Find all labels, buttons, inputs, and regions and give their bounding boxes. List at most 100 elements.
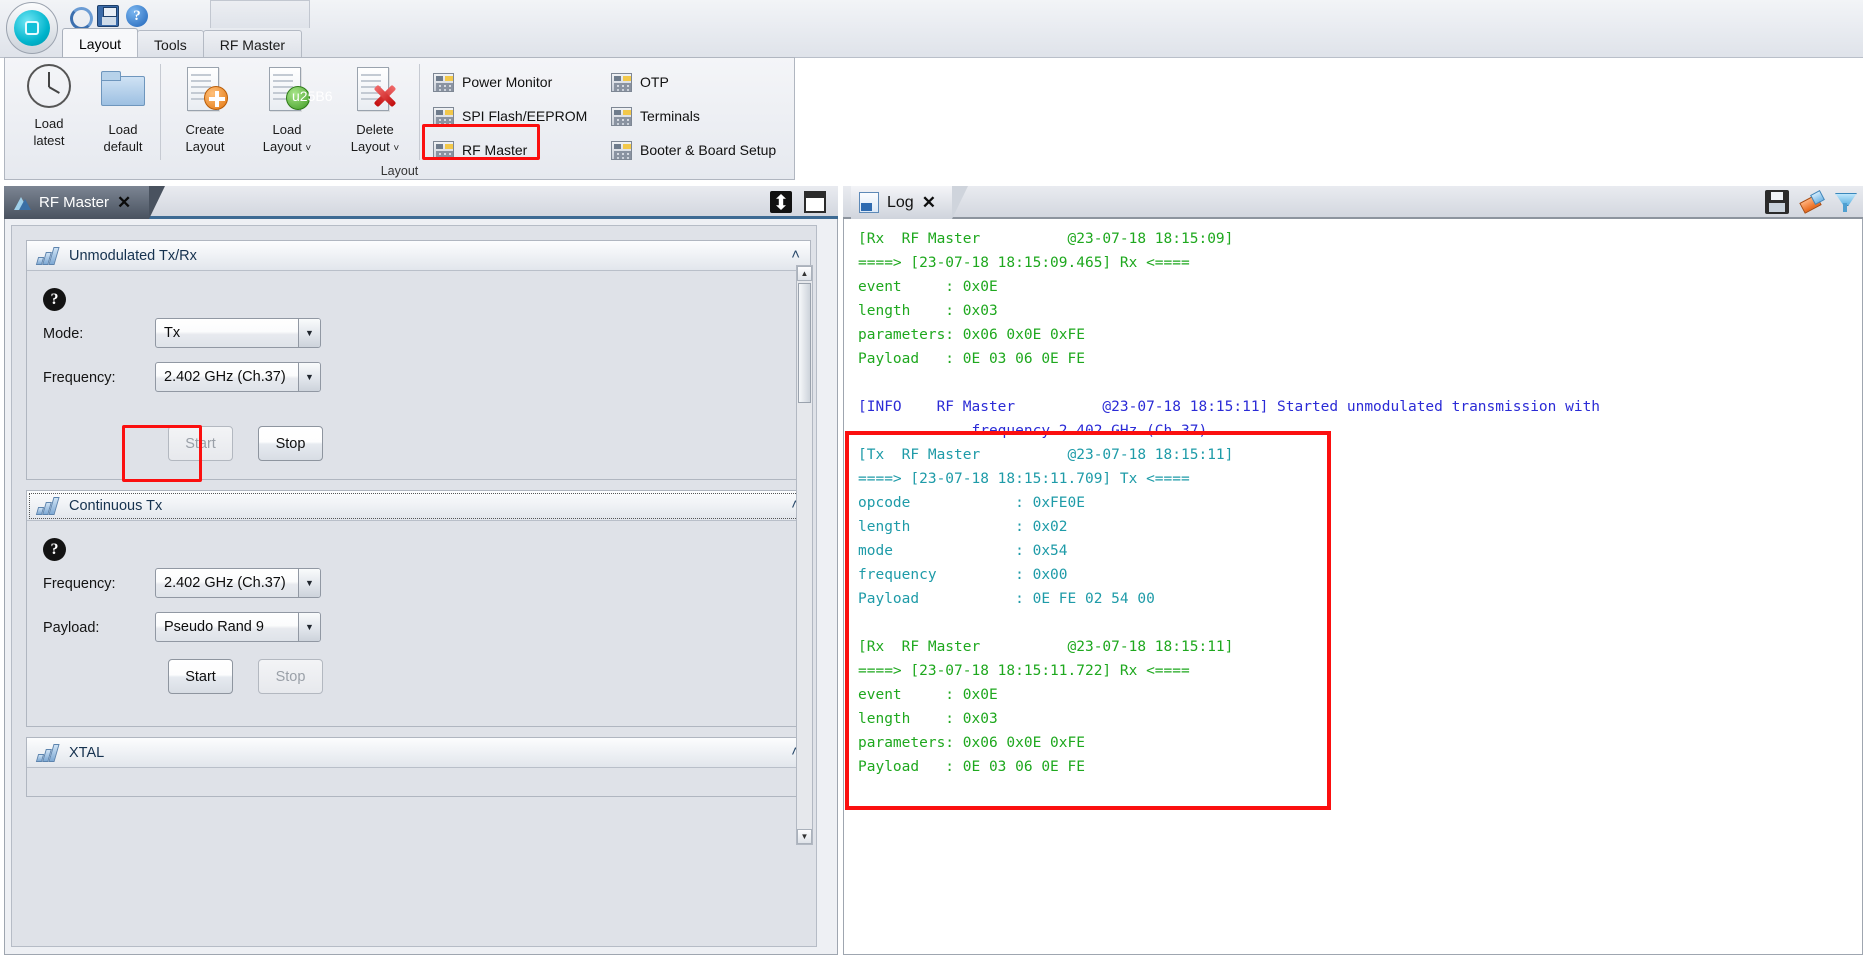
rf-signal-icon: [14, 195, 31, 210]
chip-icon: [25, 21, 39, 35]
group-xtal-header[interactable]: XTAL ˄: [27, 738, 810, 768]
continuous-payload-value: Pseudo Rand 9: [164, 619, 264, 635]
scroll-up-icon[interactable]: ▲: [797, 266, 812, 281]
log-line: Payload : 0E 03 06 0E FE: [858, 351, 1085, 367]
close-icon[interactable]: ✕: [117, 194, 131, 211]
load-default-button[interactable]: Load default: [83, 64, 163, 164]
create-layout-label-2: Layout: [185, 139, 225, 154]
continuous-payload-select[interactable]: Pseudo Rand 9 ▼: [155, 612, 321, 642]
delete-layout-label-1: Delete: [356, 122, 394, 137]
tab-tools[interactable]: Tools: [137, 30, 204, 58]
chevron-down-icon[interactable]: ▼: [298, 319, 320, 347]
application-orb[interactable]: [6, 2, 58, 54]
page-arrow-icon: [261, 64, 332, 114]
save-log-icon[interactable]: [1765, 190, 1789, 214]
pin-icon[interactable]: [770, 191, 792, 213]
group-unmodulated-header[interactable]: Unmodulated Tx/Rx ˄: [27, 241, 810, 271]
log-line: parameters: 0x06 0x0E 0xFE: [858, 735, 1085, 751]
clear-log-icon[interactable]: [1799, 190, 1823, 214]
spi-flash-eeprom-item[interactable]: SPI Flash/EEPROM: [429, 102, 591, 130]
window-icon: [433, 106, 454, 126]
rf-master-content-area: Unmodulated Tx/Rx ˄ ? Mode: Tx ▼ Frequen…: [11, 225, 817, 947]
delete-layout-button[interactable]: Delete Layout ˅: [335, 64, 415, 164]
chevron-down-icon[interactable]: ˅: [393, 143, 399, 154]
page-delete-icon: [349, 64, 401, 114]
unmodulated-start-button[interactable]: Start: [168, 426, 233, 461]
log-panel-tab[interactable]: Log ✕: [851, 186, 968, 219]
continuous-stop-button[interactable]: Stop: [258, 659, 323, 694]
frequency-select-value: 2.402 GHz (Ch.37): [164, 369, 286, 385]
rf-master-dock-panel: RF Master ✕ Unmodulated Tx/Rx ˄ ? Mode: …: [4, 186, 838, 955]
close-icon[interactable]: ✕: [922, 194, 936, 211]
clock-icon: [27, 64, 71, 108]
rf-master-tabbar: RF Master ✕: [4, 186, 838, 219]
scroll-down-icon[interactable]: ▼: [797, 829, 812, 844]
help-icon[interactable]: ?: [43, 288, 66, 311]
chevron-down-icon[interactable]: ▼: [298, 613, 320, 641]
window-icon: [611, 72, 632, 92]
power-monitor-item[interactable]: Power Monitor: [429, 68, 556, 96]
load-latest-button[interactable]: Load latest: [9, 64, 89, 164]
otp-item[interactable]: OTP: [607, 68, 673, 96]
group-unmodulated-tx-rx: Unmodulated Tx/Rx ˄ ? Mode: Tx ▼ Frequen…: [26, 240, 811, 480]
group-unmodulated-body: ? Mode: Tx ▼ Frequency: 2.402 GHz (Ch.37…: [27, 271, 810, 480]
rf-master-panel-tab[interactable]: RF Master ✕: [4, 186, 166, 219]
quick-access-toolbar: ?: [62, 1, 164, 31]
unmodulated-stop-button[interactable]: Stop: [258, 426, 323, 461]
mode-select-value: Tx: [164, 325, 181, 341]
scrollbar-thumb[interactable]: [798, 283, 811, 403]
red-x-badge-icon: [370, 82, 398, 110]
signal-bars-icon: [35, 496, 60, 515]
continuous-start-button[interactable]: Start: [168, 659, 233, 694]
help-icon[interactable]: ?: [126, 5, 148, 27]
log-line: length : 0x03: [858, 711, 998, 727]
log-line: Payload : 0E 03 06 0E FE: [858, 759, 1085, 775]
rf-master-item[interactable]: RF Master: [429, 136, 531, 164]
terminals-label: Terminals: [640, 108, 700, 124]
log-line: event : 0x0E: [858, 687, 998, 703]
tab-layout[interactable]: Layout: [62, 28, 139, 58]
chevron-down-icon[interactable]: ˅: [305, 143, 311, 154]
ribbon-tab-strip: Layout Tools RF Master: [62, 28, 303, 58]
log-line: Payload : 0E FE 02 54 00: [858, 591, 1155, 607]
ribbon-divider-2: [419, 64, 420, 160]
log-output-area[interactable]: [Rx RF Master @23-07-18 18:15:09] ====> […: [843, 219, 1863, 955]
maximize-icon[interactable]: [804, 191, 826, 213]
create-layout-button[interactable]: Create Layout: [165, 64, 245, 164]
group-unmodulated-title: Unmodulated Tx/Rx: [69, 247, 197, 264]
signal-bars-icon: [35, 743, 60, 762]
continuous-frequency-select[interactable]: 2.402 GHz (Ch.37) ▼: [155, 568, 321, 598]
collapse-icon[interactable]: ˄: [791, 246, 800, 263]
help-icon[interactable]: ?: [43, 538, 66, 561]
load-layout-label-1: Load: [272, 122, 302, 137]
tab-rf-master[interactable]: RF Master: [202, 30, 303, 58]
plus-badge-icon: [204, 86, 228, 110]
application-orb-inner: [14, 10, 50, 46]
rf-master-dock-body: Unmodulated Tx/Rx ˄ ? Mode: Tx ▼ Frequen…: [4, 219, 838, 955]
load-layout-button[interactable]: Load Layout ˅: [247, 64, 332, 164]
ribbon-layout-group: Load latest Load default Create Layout L…: [4, 57, 795, 180]
delete-layout-label-2-text: Layout: [350, 139, 390, 154]
booter-board-setup-label: Booter & Board Setup: [640, 142, 777, 158]
window-icon: [433, 72, 454, 92]
refresh-icon[interactable]: [68, 5, 93, 30]
load-latest-label-1: Load: [34, 116, 64, 131]
rf-master-scrollbar[interactable]: ▲ ▼: [796, 265, 813, 845]
page-plus-icon: [179, 64, 231, 114]
log-line: opcode : 0xFE0E: [858, 495, 1085, 511]
load-layout-label-2: Layout ˅: [263, 137, 312, 156]
group-xtal-title: XTAL: [69, 744, 105, 761]
rf-master-label: RF Master: [462, 142, 528, 158]
chevron-down-icon[interactable]: ▼: [298, 569, 320, 597]
group-continuous-header[interactable]: Continuous Tx ˄: [27, 491, 810, 521]
terminals-item[interactable]: Terminals: [607, 102, 704, 130]
log-panel-tab-label: Log: [887, 193, 914, 211]
group-xtal: XTAL ˄: [26, 737, 811, 797]
mode-select[interactable]: Tx ▼: [155, 318, 321, 348]
frequency-select[interactable]: 2.402 GHz (Ch.37) ▼: [155, 362, 321, 392]
booter-board-setup-item[interactable]: Booter & Board Setup: [607, 136, 780, 164]
save-icon[interactable]: [97, 5, 119, 27]
filter-log-icon[interactable]: [1833, 190, 1857, 214]
chevron-down-icon[interactable]: ▼: [298, 363, 320, 391]
